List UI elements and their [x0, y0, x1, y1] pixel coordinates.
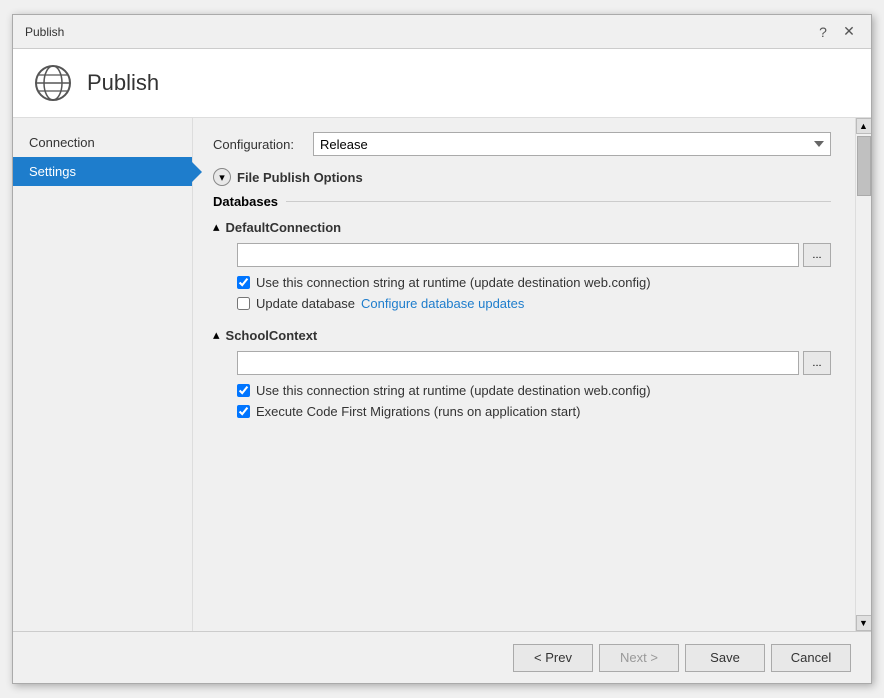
scrollbar-thumb[interactable] — [857, 136, 871, 196]
school-context-subsection: ▴ SchoolContext ... Use this connection … — [213, 327, 831, 419]
footer: < Prev Next > Save Cancel — [13, 631, 871, 683]
prev-button[interactable]: < Prev — [513, 644, 593, 672]
sidebar: Connection Settings — [13, 118, 193, 631]
dc-runtime-checkbox[interactable] — [237, 276, 250, 289]
scrollbar-up-arrow[interactable]: ▲ — [856, 118, 872, 134]
school-context-input[interactable] — [237, 351, 799, 375]
dc-runtime-row: Use this connection string at runtime (u… — [237, 275, 831, 290]
publish-dialog: Publish ? ✕ Publish Connection Setting — [12, 14, 872, 684]
default-connection-toggle[interactable]: ▴ — [213, 219, 220, 235]
databases-section: Databases ▴ DefaultConnection ... — [213, 194, 831, 419]
default-connection-title: DefaultConnection — [226, 220, 342, 235]
config-select[interactable]: Release — [313, 132, 831, 156]
sidebar-item-settings[interactable]: Settings — [13, 157, 192, 186]
dc-update-checkbox[interactable] — [237, 297, 250, 310]
databases-label: Databases — [213, 194, 831, 209]
configuration-row: Configuration: Release — [213, 132, 831, 156]
file-publish-toggle[interactable]: ▾ — [213, 168, 231, 186]
dc-update-row: Update database Configure database updat… — [237, 296, 831, 311]
scroll-content: Configuration: Release ▾ File Publish Op… — [213, 132, 851, 617]
scrollbar-track: ▲ ▼ — [855, 118, 871, 631]
main-content: Configuration: Release ▾ File Publish Op… — [193, 118, 871, 631]
content-area: Connection Settings Configuration: Relea… — [13, 118, 871, 631]
close-button[interactable]: ✕ — [839, 22, 859, 42]
dc-runtime-label: Use this connection string at runtime (u… — [256, 275, 651, 290]
cancel-button[interactable]: Cancel — [771, 644, 851, 672]
sc-runtime-label: Use this connection string at runtime (u… — [256, 383, 651, 398]
sc-runtime-row: Use this connection string at runtime (u… — [237, 383, 831, 398]
dc-update-label: Update database — [256, 296, 355, 311]
chevron-down-icon: ▾ — [219, 171, 225, 184]
school-context-title: SchoolContext — [226, 328, 318, 343]
save-button[interactable]: Save — [685, 644, 765, 672]
sc-migrations-checkbox[interactable] — [237, 405, 250, 418]
file-publish-options-header[interactable]: ▾ File Publish Options — [213, 168, 831, 186]
header-title: Publish — [87, 70, 159, 96]
config-label: Configuration: — [213, 137, 303, 152]
default-connection-subsection: ▴ DefaultConnection ... Use this connect… — [213, 219, 831, 311]
default-connection-header[interactable]: ▴ DefaultConnection — [213, 219, 831, 235]
sidebar-item-connection[interactable]: Connection — [13, 128, 192, 157]
title-bar: Publish ? ✕ — [13, 15, 871, 49]
school-context-browse-btn[interactable]: ... — [803, 351, 831, 375]
school-context-header[interactable]: ▴ SchoolContext — [213, 327, 831, 343]
title-bar-controls: ? ✕ — [813, 22, 859, 42]
chevron-up-icon: ▴ — [213, 219, 220, 234]
default-connection-input[interactable] — [237, 243, 799, 267]
configure-db-link[interactable]: Configure database updates — [361, 296, 524, 311]
sc-migrations-row: Execute Code First Migrations (runs on a… — [237, 404, 831, 419]
default-connection-browse-btn[interactable]: ... — [803, 243, 831, 267]
chevron-up-icon-2: ▴ — [213, 327, 220, 342]
header-section: Publish — [13, 49, 871, 118]
help-button[interactable]: ? — [813, 22, 833, 42]
scrollbar-down-arrow[interactable]: ▼ — [856, 615, 872, 631]
school-context-input-row: ... — [237, 351, 831, 375]
default-connection-input-row: ... — [237, 243, 831, 267]
dialog-title: Publish — [25, 25, 64, 39]
sc-migrations-label: Execute Code First Migrations (runs on a… — [256, 404, 580, 419]
file-publish-label: File Publish Options — [237, 170, 363, 185]
next-button[interactable]: Next > — [599, 644, 679, 672]
sc-runtime-checkbox[interactable] — [237, 384, 250, 397]
school-context-toggle[interactable]: ▴ — [213, 327, 220, 343]
globe-icon — [33, 63, 73, 103]
